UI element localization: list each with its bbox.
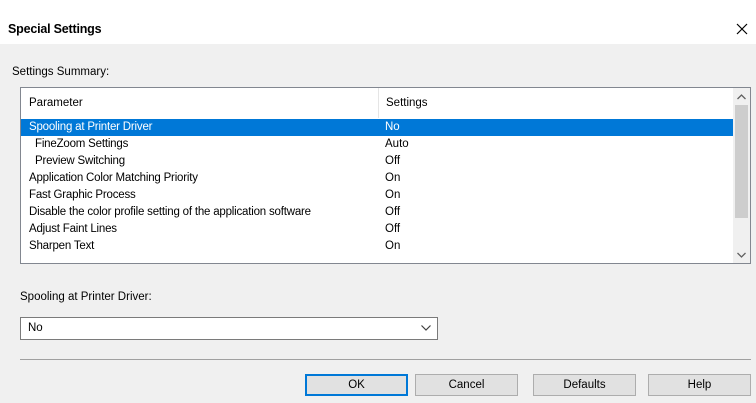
spooling-select[interactable]: No: [20, 317, 438, 340]
close-button[interactable]: [728, 18, 756, 40]
parameter-value: Off: [385, 155, 401, 167]
scroll-down-button[interactable]: [733, 246, 750, 263]
special-settings-dialog: Special Settings Settings Summary: Param…: [0, 0, 756, 403]
list-item[interactable]: Spooling at Printer Driver No: [21, 119, 734, 136]
list-item[interactable]: Fast Graphic Process On: [21, 187, 734, 204]
parameter-name: Fast Graphic Process: [29, 189, 136, 201]
list-rows: Spooling at Printer Driver No FineZoom Set…: [21, 119, 734, 255]
parameter-name: Disable the color profile setting of the…: [29, 206, 311, 218]
parameter-value: On: [385, 172, 401, 184]
list-header: Parameter Settings: [21, 88, 734, 118]
list-item[interactable]: Preview Switching Off: [21, 153, 734, 170]
list-item[interactable]: Application Color Matching Priority On: [21, 170, 734, 187]
ok-button[interactable]: OK: [305, 374, 408, 396]
list-item[interactable]: Sharpen Text On: [21, 238, 734, 255]
spooling-select-value: No: [28, 322, 43, 334]
spooling-label: Spooling at Printer Driver:: [20, 291, 152, 303]
title-bar: Special Settings: [0, 0, 756, 44]
close-icon: [736, 23, 748, 35]
settings-summary-label: Settings Summary:: [12, 66, 110, 78]
scroll-up-button[interactable]: [733, 88, 750, 105]
help-button[interactable]: Help: [648, 374, 751, 396]
list-item[interactable]: Disable the color profile setting of the…: [21, 204, 734, 221]
chevron-up-icon: [737, 93, 746, 99]
parameter-name: Application Color Matching Priority: [29, 172, 198, 184]
settings-summary-list[interactable]: Parameter Settings Spooling at Printer D…: [20, 87, 751, 264]
vertical-scrollbar[interactable]: [733, 88, 750, 263]
column-header-settings[interactable]: Settings: [380, 88, 734, 118]
separator: [20, 359, 751, 360]
scroll-thumb[interactable]: [735, 105, 748, 218]
column-header-parameter[interactable]: Parameter: [21, 88, 379, 118]
parameter-name: FineZoom Settings: [35, 138, 129, 150]
parameter-name: Preview Switching: [35, 155, 125, 167]
parameter-value: Off: [385, 206, 401, 218]
chevron-down-icon: [421, 325, 431, 331]
defaults-button[interactable]: Defaults: [533, 374, 636, 396]
parameter-value: Auto: [385, 138, 409, 150]
parameter-value: No: [385, 121, 400, 133]
parameter-name: Sharpen Text: [29, 240, 95, 252]
parameter-value: Off: [385, 223, 401, 235]
parameter-value: On: [385, 189, 401, 201]
cancel-button[interactable]: Cancel: [415, 374, 518, 396]
list-item[interactable]: Adjust Faint Lines Off: [21, 221, 734, 238]
parameter-name: Spooling at Printer Driver: [29, 121, 153, 133]
chevron-down-icon: [737, 252, 746, 258]
parameter-value: On: [385, 240, 401, 252]
dialog-title: Special Settings: [8, 22, 102, 36]
parameter-name: Adjust Faint Lines: [29, 223, 117, 235]
list-item[interactable]: FineZoom Settings Auto: [21, 136, 734, 153]
